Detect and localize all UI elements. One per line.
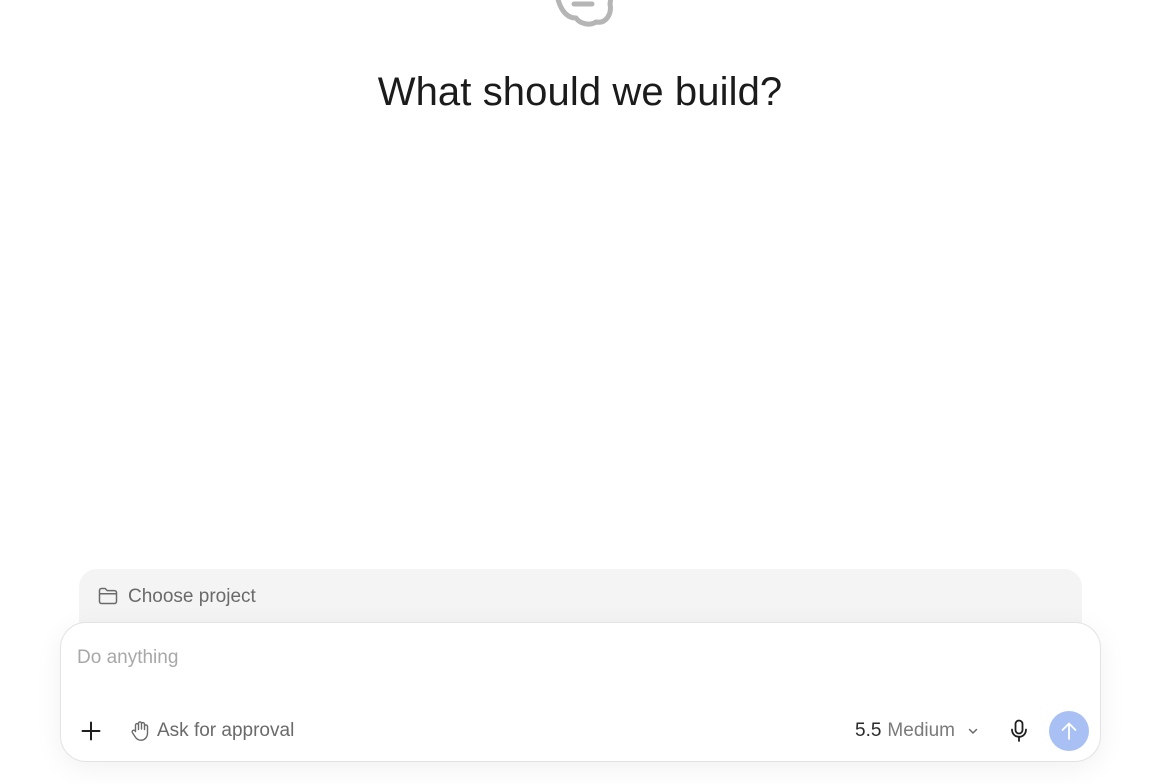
model-effort: Medium <box>887 720 955 741</box>
new-thread-page: What should we build? Choose project Ask… <box>0 0 1160 784</box>
attach-button[interactable] <box>78 718 104 744</box>
folder-icon <box>98 587 118 605</box>
choose-project-label: Choose project <box>128 586 256 607</box>
microphone-icon <box>1011 719 1027 742</box>
composer: Ask for approval 5.5 Medium <box>60 622 1101 762</box>
prompt-input[interactable] <box>77 643 1057 673</box>
plus-icon <box>81 721 101 741</box>
page-title: What should we build? <box>377 70 783 114</box>
arrow-up-icon <box>1061 722 1077 740</box>
hand-icon <box>131 721 149 741</box>
send-button[interactable] <box>1049 711 1089 751</box>
approval-mode-label: Ask for approval <box>157 720 295 741</box>
app-logo-icon <box>555 0 613 27</box>
model-selector[interactable]: 5.5 Medium <box>855 719 979 743</box>
approval-mode-button[interactable]: Ask for approval <box>129 719 294 743</box>
voice-input-button[interactable] <box>1007 718 1031 744</box>
model-version: 5.5 <box>855 720 882 741</box>
chevron-down-icon <box>968 728 978 734</box>
